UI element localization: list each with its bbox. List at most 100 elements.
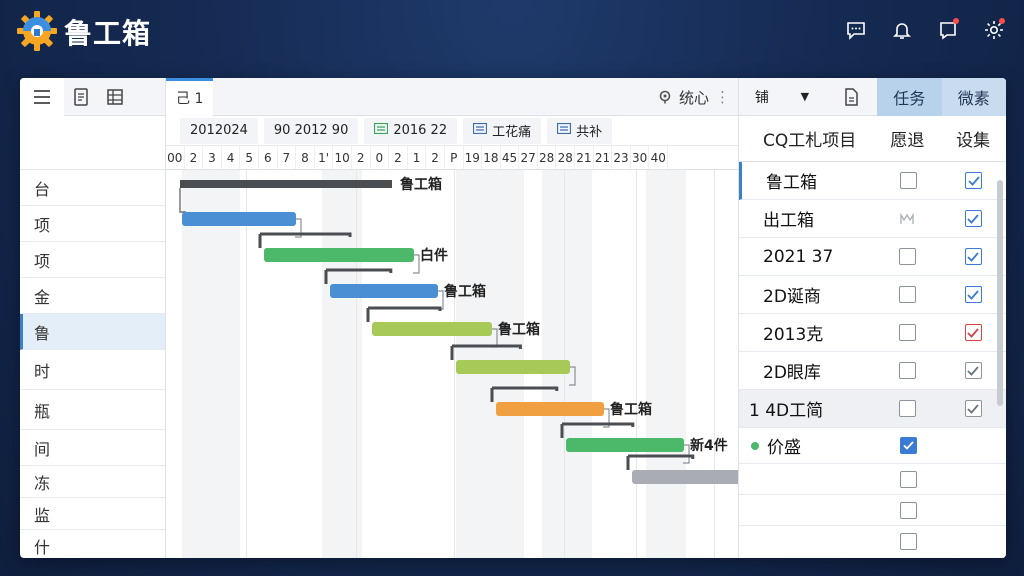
group-bracket[interactable]	[490, 386, 559, 402]
grid-view-icon[interactable]	[98, 78, 132, 116]
settings-icon[interactable]	[978, 14, 1010, 46]
left-row[interactable]: 瓶	[20, 390, 165, 430]
period-label: 90 2012 90	[273, 123, 349, 138]
tasks-button[interactable]: 任务	[877, 78, 942, 116]
period-chip[interactable]: 工花痛	[463, 117, 542, 144]
task-row[interactable]: 1 4D工简	[739, 390, 1006, 428]
day-label: 00	[166, 146, 185, 169]
task-row[interactable]: 2D眼库	[739, 352, 1006, 390]
period-chip[interactable]: 2016 22	[364, 117, 458, 144]
checkbox-checked[interactable]	[964, 248, 982, 265]
task-name: 鲁工箱	[766, 173, 817, 193]
bell-icon[interactable]	[886, 14, 918, 46]
checkbox[interactable]	[899, 470, 917, 488]
checkbox-checked[interactable]	[964, 324, 982, 341]
file-icon[interactable]	[825, 78, 877, 116]
left-row[interactable]: 监	[20, 498, 165, 530]
checkbox[interactable]	[898, 362, 916, 379]
scrollbar[interactable]	[997, 180, 1003, 406]
bar-label: 鲁工箱	[497, 321, 540, 338]
group-bracket[interactable]	[324, 268, 393, 284]
task-name: 出工箱	[763, 211, 814, 231]
task-row[interactable]: 鲁工箱	[739, 162, 1006, 200]
bar-label: 鲁工箱	[443, 283, 486, 300]
task-bar[interactable]	[456, 360, 570, 374]
tab-timeline[interactable]: 己 1	[166, 78, 214, 116]
bar-label: 鲁工箱	[399, 176, 442, 193]
left-row[interactable]: 间	[20, 430, 165, 466]
group-bracket[interactable]	[366, 306, 442, 322]
day-label: 1'	[315, 146, 334, 169]
checkbox[interactable]	[898, 286, 916, 303]
search-button[interactable]: 微素	[941, 78, 1006, 116]
task-row[interactable]: 2013克	[739, 314, 1006, 352]
left-row[interactable]: 台	[20, 170, 165, 206]
task-row[interactable]: 2021 37	[739, 238, 1006, 276]
group-bracket[interactable]	[450, 344, 522, 360]
document-icon[interactable]	[64, 78, 98, 116]
day-label: P	[445, 146, 464, 169]
task-bar[interactable]	[496, 402, 604, 416]
summary-bar[interactable]	[180, 180, 392, 188]
left-row[interactable]: 金	[20, 278, 165, 314]
menu-icon[interactable]	[20, 78, 64, 116]
checkbox[interactable]	[898, 324, 916, 341]
checkbox-checked[interactable]	[964, 362, 982, 379]
checkbox-checked[interactable]	[964, 286, 982, 303]
left-row[interactable]: 冻	[20, 466, 165, 498]
header-col-b[interactable]: 设集	[940, 126, 1006, 151]
task-panel: 铺 ▼ 任务 微素 CQ工札项目 愿退 设集 鲁工箱出工箱 2021 37 2D诞商…	[738, 78, 1006, 558]
left-row[interactable]: 时	[20, 350, 165, 390]
day-label: 6	[259, 146, 278, 169]
checkbox-checked[interactable]	[964, 210, 982, 227]
message-icon[interactable]	[840, 14, 872, 46]
left-row[interactable]: 项	[20, 206, 165, 242]
panel-toolbar: 铺 ▼ 任务 微素	[739, 78, 1006, 116]
checkbox-partial[interactable]	[898, 210, 916, 227]
group-bracket[interactable]	[560, 422, 635, 438]
status-dot	[751, 441, 759, 450]
period-chip[interactable]: 共补	[547, 117, 613, 144]
checkbox[interactable]	[898, 400, 916, 417]
gear-logo-icon	[17, 11, 57, 51]
notification-icon[interactable]	[932, 14, 964, 46]
more-icon[interactable]: ⋮	[715, 88, 730, 106]
period-label: 共补	[576, 125, 603, 140]
checkbox-checked[interactable]	[965, 172, 983, 189]
group-bracket[interactable]	[258, 232, 352, 248]
checkbox-checked[interactable]	[899, 437, 917, 454]
task-name: 2013克	[763, 325, 824, 345]
task-bar[interactable]	[264, 248, 414, 262]
period-chip[interactable]: 90 2012 90	[263, 117, 359, 144]
checkbox[interactable]	[899, 501, 917, 519]
checkbox-checked[interactable]	[964, 400, 982, 417]
task-bar[interactable]	[632, 470, 738, 484]
task-row[interactable]: 出工箱	[739, 200, 1006, 238]
view-select[interactable]: 铺 ▼	[739, 78, 825, 116]
bar-label: 鲁工箱	[609, 401, 652, 418]
task-bar[interactable]	[182, 212, 296, 226]
sub-task-row[interactable]: 价盛	[739, 428, 1006, 464]
left-row[interactable]: 什	[20, 530, 165, 558]
green-list-icon	[374, 122, 389, 138]
left-row[interactable]: 鲁	[20, 314, 165, 350]
center-label[interactable]: 统心	[679, 87, 709, 108]
checkbox[interactable]	[898, 248, 916, 265]
task-row[interactable]: 2D诞商	[739, 276, 1006, 314]
task-bar[interactable]	[372, 322, 492, 336]
header-col-a[interactable]: 愿退	[875, 126, 941, 151]
period-chip[interactable]: 2012024	[180, 117, 258, 144]
task-name: 1 4D工简	[749, 401, 824, 421]
location-icon[interactable]	[657, 89, 673, 105]
task-bar[interactable]	[330, 284, 438, 298]
header-project[interactable]: CQ工札项目	[739, 126, 875, 151]
checkbox[interactable]	[900, 172, 918, 189]
day-label: 3	[203, 146, 222, 169]
sub-task-name: 价盛	[767, 438, 801, 458]
connector[interactable]	[179, 188, 186, 213]
period-label: 2012024	[190, 123, 248, 138]
checkbox[interactable]	[899, 533, 917, 550]
task-bar[interactable]	[566, 438, 684, 452]
day-label: 28	[538, 146, 557, 169]
left-row[interactable]: 项	[20, 242, 165, 278]
